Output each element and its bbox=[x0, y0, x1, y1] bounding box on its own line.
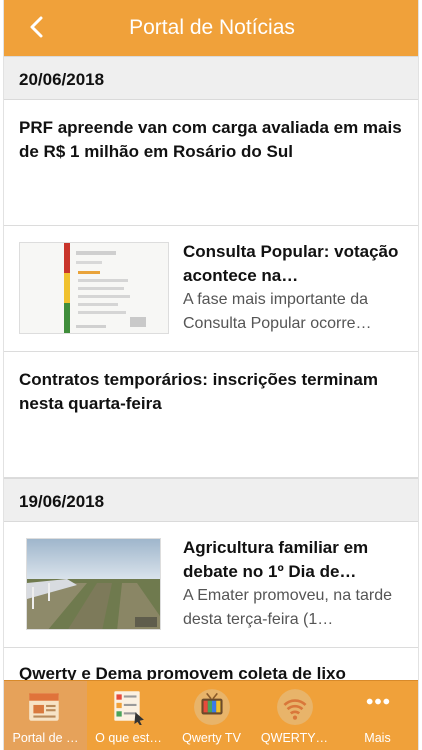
more-dots-icon bbox=[366, 698, 390, 705]
news-title: Contratos temporários: inscrições termin… bbox=[19, 370, 378, 413]
tab-portal[interactable]: Portal de … bbox=[4, 681, 87, 750]
news-title: Agricultura familiar em debate no 1º Dia… bbox=[183, 538, 369, 581]
tab-label: O que est… bbox=[95, 731, 162, 745]
tab-label: Mais bbox=[364, 731, 391, 745]
tab-qwerty-tv[interactable]: Qwerty TV bbox=[170, 681, 253, 750]
news-item[interactable]: Consulta Popular: votação acontece na… A… bbox=[4, 226, 418, 352]
page-title: Portal de Notícias bbox=[129, 16, 295, 39]
radio-wave-icon bbox=[277, 689, 313, 725]
news-summary: A Emater promoveu, na tarde desta terça-… bbox=[183, 587, 392, 628]
section-date: 20/06/2018 bbox=[19, 70, 105, 89]
date-section-header: 20/06/2018 bbox=[4, 56, 418, 100]
news-thumbnail bbox=[26, 538, 161, 630]
newspaper-icon bbox=[29, 693, 59, 721]
tab-label: Qwerty TV bbox=[182, 731, 241, 745]
tv-icon bbox=[194, 689, 230, 725]
tab-bar: Portal de … O que est… Qwerty TV QWERTY…… bbox=[4, 680, 418, 750]
tab-label: QWERTY… bbox=[260, 731, 329, 745]
navigation-bar: Portal de Notícias bbox=[4, 0, 418, 56]
news-text: Consulta Popular: votação acontece na… A… bbox=[183, 240, 408, 336]
field-photo bbox=[27, 539, 160, 629]
news-item[interactable]: PRF apreende van com carga avaliada em m… bbox=[4, 100, 418, 226]
news-thumbnail bbox=[19, 242, 169, 334]
date-section-header: 19/06/2018 bbox=[4, 478, 418, 522]
news-text: Agricultura familiar em debate no 1º Dia… bbox=[183, 536, 408, 632]
checklist-icon bbox=[114, 691, 144, 725]
tab-qwerty-radio[interactable]: QWERTY… bbox=[253, 681, 336, 750]
section-date: 19/06/2018 bbox=[19, 492, 105, 511]
tab-label: Portal de … bbox=[12, 731, 79, 745]
app-screen: Portal de Notícias 20/06/2018 PRF apreen… bbox=[3, 0, 419, 750]
news-title: PRF apreende van com carga avaliada em m… bbox=[19, 118, 402, 161]
poster-image bbox=[20, 243, 168, 333]
news-item[interactable]: Contratos temporários: inscrições termin… bbox=[4, 352, 418, 478]
tab-mais[interactable]: Mais bbox=[336, 681, 418, 750]
news-item[interactable]: Agricultura familiar em debate no 1º Dia… bbox=[4, 522, 418, 648]
tab-o-que-esta[interactable]: O que est… bbox=[87, 681, 170, 750]
news-title: Consulta Popular: votação acontece na… bbox=[183, 242, 399, 285]
news-summary: A fase mais importante da Consulta Popul… bbox=[183, 291, 372, 332]
